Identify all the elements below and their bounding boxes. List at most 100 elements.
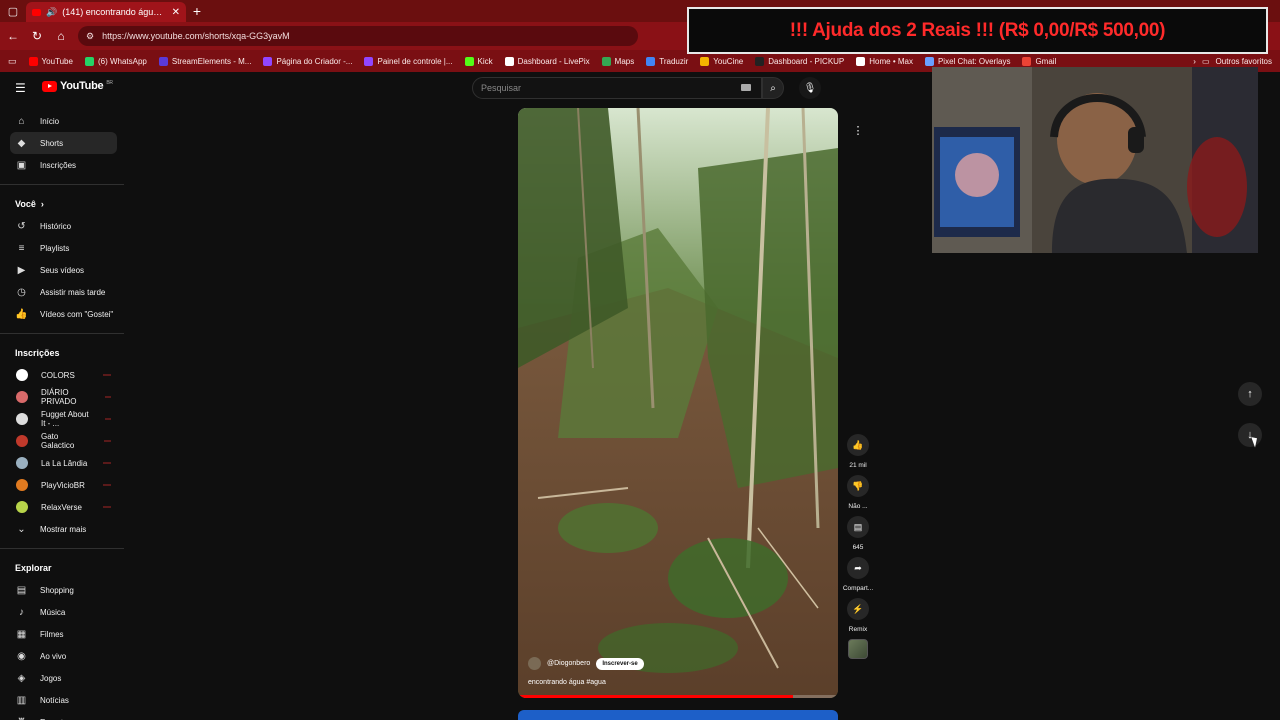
sidebar-item[interactable]: ♪ Música: [10, 601, 117, 623]
address-bar[interactable]: ⚙ https://www.youtube.com/shorts/xqa-GG3…: [78, 26, 638, 46]
video-progress-bar[interactable]: [518, 695, 838, 698]
bookmark-item[interactable]: Traduzir: [646, 56, 688, 66]
sidebar-item[interactable]: ◆ Shorts: [10, 132, 117, 154]
more-options-icon[interactable]: ⋮: [850, 122, 866, 138]
bookmark-label: Dashboard - LivePix: [517, 56, 590, 66]
voice-search-button[interactable]: 🎙: [799, 77, 821, 99]
sidebar-item[interactable]: ▤ Shopping: [10, 579, 117, 601]
live-indicator: [103, 462, 111, 464]
sidebar-item[interactable]: ◉ Ao vivo: [10, 645, 117, 667]
sidebar-divider: [0, 333, 124, 334]
chevron-right-icon[interactable]: ›: [1193, 57, 1196, 66]
share-button[interactable]: ➦: [847, 557, 869, 579]
other-favorites[interactable]: › ▭ Outros favoritos: [1193, 57, 1272, 66]
browser-tab-active[interactable]: 🔊 (141) encontrando água #ag ✕: [26, 2, 186, 22]
subscription-channel[interactable]: La La Lândia: [10, 452, 117, 474]
channel-avatar: [16, 457, 28, 469]
subscribe-button[interactable]: Inscrever-se: [596, 657, 644, 670]
sidebar-item[interactable]: ◷ Assistir mais tarde: [10, 281, 117, 303]
dislike-button[interactable]: 👎: [847, 475, 869, 497]
sidebar-item[interactable]: ◈ Jogos: [10, 667, 117, 689]
site-info-icon[interactable]: ⚙: [86, 31, 94, 42]
subscription-channel[interactable]: PlayVicioBR: [10, 474, 117, 496]
apps-icon[interactable]: ▭: [8, 56, 17, 67]
sidebar-item[interactable]: ▥ Notícias: [10, 689, 117, 711]
sidebar-item[interactable]: ▦ Filmes: [10, 623, 117, 645]
sidebar-section-you-label: Você: [15, 199, 36, 209]
watch-later-icon: ◷: [17, 286, 26, 298]
subscription-channel[interactable]: Fugget About It - ...: [10, 408, 117, 430]
bookmark-item[interactable]: Kick: [464, 56, 493, 66]
remix-label: Remix: [848, 626, 868, 633]
bookmark-item[interactable]: Página do Criador -...: [263, 56, 352, 66]
sidebar-section-you[interactable]: Você ›: [0, 193, 125, 215]
subscription-channel[interactable]: RelaxVerse: [10, 496, 117, 518]
channel-handle[interactable]: @Diogonbero: [547, 660, 590, 667]
comments-button[interactable]: ▤: [847, 516, 869, 538]
bookmark-favicon-icon: [504, 56, 514, 66]
search-icon: ⌕: [770, 82, 776, 94]
sidebar-divider: [0, 184, 124, 185]
sidebar-item[interactable]: ≡ Playlists: [10, 237, 117, 259]
sidebar-item[interactable]: ⌂ Início: [10, 110, 117, 132]
sidebar-item-label: Música: [40, 607, 66, 617]
bookmark-item[interactable]: (6) WhatsApp: [84, 56, 147, 66]
sidebar-section-explore-label: Explorar: [15, 563, 52, 573]
sound-thumbnail[interactable]: [848, 639, 868, 659]
back-icon[interactable]: ←: [6, 29, 20, 43]
search-input[interactable]: Pesquisar: [472, 77, 762, 99]
menu-icon[interactable]: ☰: [15, 81, 26, 95]
next-short-preview[interactable]: [518, 710, 838, 720]
home-icon[interactable]: ⌂: [54, 29, 68, 43]
subscription-channel[interactable]: Gato Galactico: [10, 430, 117, 452]
url-text: https://www.youtube.com/shorts/xqa-GG3ya…: [102, 31, 290, 41]
bookmark-favicon-icon: [601, 56, 611, 66]
live-indicator: [104, 396, 111, 398]
sidebar-item-label: Início: [40, 116, 60, 126]
playlists-icon: ≡: [18, 242, 25, 254]
thumbs-down-icon: 👎: [852, 480, 864, 491]
bookmark-item[interactable]: Painel de controle |...: [364, 56, 453, 66]
bookmark-item[interactable]: Maps: [601, 56, 634, 66]
sidebar-item[interactable]: ▣ Inscrições: [10, 154, 117, 176]
like-button[interactable]: 👍: [847, 434, 869, 456]
sidebar-item[interactable]: ↺ Histórico: [10, 215, 117, 237]
video-progress-fill: [518, 695, 794, 698]
subscription-channel[interactable]: DIÁRIO PRIVADO: [10, 386, 117, 408]
sidebar-item[interactable]: ▶ Seus vídeos: [10, 259, 117, 281]
search-button[interactable]: ⌕: [762, 77, 784, 99]
show-more-button[interactable]: ⌄ Mostrar mais: [10, 518, 117, 540]
sidebar-item-label: Shorts: [40, 138, 64, 148]
close-tab-icon[interactable]: ✕: [172, 7, 180, 18]
audio-playing-icon[interactable]: 🔊: [46, 7, 57, 18]
like-action: 👍 21 mil: [840, 434, 876, 469]
sidebar-item-label: Histórico: [40, 221, 72, 231]
bookmark-item[interactable]: StreamElements - M...: [158, 56, 251, 66]
bookmark-item[interactable]: YouCine: [700, 56, 743, 66]
new-tab-button[interactable]: +: [186, 3, 208, 19]
bookmark-item[interactable]: Pixel Chat: Overlays: [924, 56, 1010, 66]
bookmark-item[interactable]: Gmail: [1022, 56, 1056, 66]
remix-button[interactable]: ⚡: [847, 598, 869, 620]
sidebar-item-label: Playlists: [40, 243, 70, 253]
bookmark-favicon-icon: [924, 56, 934, 66]
shorts-player[interactable]: @Diogonbero Inscrever-se encontrando águ…: [518, 108, 838, 698]
channel-avatar[interactable]: [528, 657, 541, 670]
previous-short-button[interactable]: ↑: [1238, 382, 1262, 406]
reload-icon[interactable]: ↻: [30, 29, 44, 43]
bookmark-item[interactable]: Home • Max: [856, 56, 913, 66]
bookmark-label: (6) WhatsApp: [97, 56, 147, 66]
short-caption[interactable]: encontrando água #agua: [528, 679, 606, 686]
youtube-logo[interactable]: YouTube BR: [42, 80, 113, 92]
subscription-channel[interactable]: COLORS: [10, 364, 117, 386]
sidebar-item[interactable]: ♜Esportes: [10, 711, 117, 720]
keyboard-icon[interactable]: [741, 84, 751, 91]
tab-search-icon[interactable]: ▢: [0, 0, 26, 22]
bookmark-item[interactable]: Dashboard - PICKUP: [755, 56, 844, 66]
dislike-action: 👎 Não ...: [840, 475, 876, 510]
bookmark-item[interactable]: Dashboard - LivePix: [504, 56, 590, 66]
movies-icon: ▦: [16, 628, 27, 640]
bookmark-favicon-icon: [755, 56, 765, 66]
bookmark-item[interactable]: YouTube: [28, 56, 73, 66]
sidebar-item[interactable]: 👍 Vídeos com "Gostei": [10, 303, 117, 325]
